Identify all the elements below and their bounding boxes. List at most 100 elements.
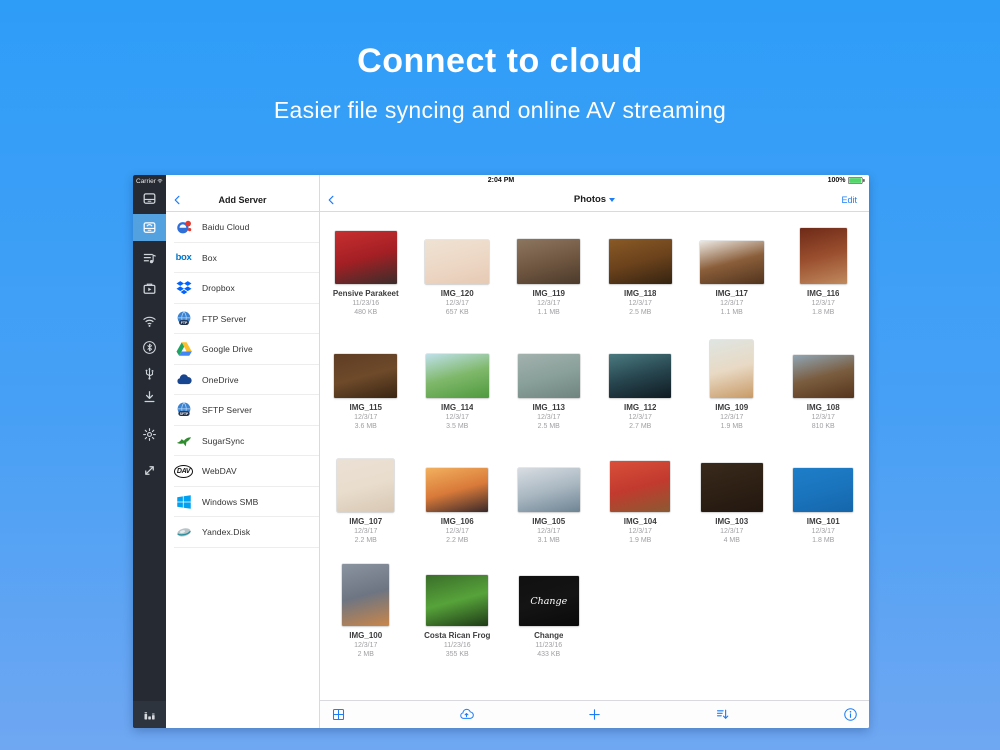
- service-row-google-drive[interactable]: Google Drive: [166, 334, 319, 365]
- plus-icon[interactable]: [587, 707, 602, 722]
- photo-date: 12/3/17: [354, 413, 377, 422]
- photo-thumbnail[interactable]: [425, 240, 489, 284]
- photo-thumbnail[interactable]: [426, 354, 489, 398]
- photo-date: 12/3/17: [629, 413, 652, 422]
- photo-thumbnail[interactable]: [426, 575, 488, 626]
- photo-thumbnail[interactable]: [337, 459, 394, 512]
- photo-thumbnail[interactable]: [426, 468, 488, 512]
- photo-name: IMG_115: [350, 403, 382, 413]
- photo-thumbnail[interactable]: [342, 564, 389, 626]
- photo-item[interactable]: IMG_11412/3/173.5 MB: [412, 330, 504, 444]
- photo-size: 1.9 MB: [629, 536, 651, 545]
- hero-title: Connect to cloud: [0, 42, 1000, 81]
- photo-date: 12/3/17: [629, 527, 652, 536]
- app-sidebar: [133, 175, 166, 728]
- photo-thumbnail[interactable]: [710, 340, 753, 398]
- photo-item[interactable]: IMG_10712/3/172.2 MB: [320, 444, 412, 558]
- service-row-ftp-server[interactable]: FTPFTP Server: [166, 304, 319, 335]
- photo-item[interactable]: IMG_11212/3/172.7 MB: [595, 330, 687, 444]
- photo-name: IMG_118: [624, 289, 656, 299]
- photo-item[interactable]: IMG_11512/3/173.6 MB: [320, 330, 412, 444]
- info-icon[interactable]: [843, 707, 858, 722]
- photo-date: 12/3/17: [720, 413, 743, 422]
- photo-item[interactable]: IMG_10412/3/171.9 MB: [595, 444, 687, 558]
- service-row-onedrive[interactable]: OneDrive: [166, 365, 319, 396]
- sidebar-item-settings[interactable]: [133, 421, 166, 447]
- photo-item[interactable]: IMG_10812/3/17810 KB: [778, 330, 870, 444]
- service-row-webdav[interactable]: DAVWebDAV: [166, 456, 319, 487]
- chevron-left-icon[interactable]: [172, 194, 183, 205]
- sidebar-item-playlists[interactable]: [133, 245, 166, 271]
- sidebar-item-local-files[interactable]: [133, 185, 166, 211]
- sidebar-item-connections[interactable]: [133, 214, 166, 241]
- photo-name: IMG_116: [807, 289, 839, 299]
- sidebar-item-media[interactable]: [133, 275, 166, 301]
- photo-item[interactable]: IMG_10112/3/171.8 MB: [778, 444, 870, 558]
- photo-item[interactable]: IMG_11712/3/171.1 MB: [686, 216, 778, 330]
- photo-thumbnail[interactable]: [800, 228, 847, 284]
- service-row-windows-smb[interactable]: Windows SMB: [166, 487, 319, 518]
- service-label: SugarSync: [202, 436, 244, 446]
- network-drive-icon: [142, 220, 157, 235]
- photo-name: IMG_117: [716, 289, 748, 299]
- photo-thumbnail[interactable]: [518, 354, 580, 398]
- service-row-box[interactable]: boxBox: [166, 243, 319, 274]
- photo-item[interactable]: IMG_11912/3/171.1 MB: [503, 216, 595, 330]
- service-label: Box: [202, 253, 217, 263]
- service-row-dropbox[interactable]: Dropbox: [166, 273, 319, 304]
- photo-item[interactable]: Costa Rican Frog11/23/16355 KB: [412, 558, 504, 672]
- photo-name: IMG_100: [349, 631, 382, 641]
- photo-item[interactable]: IMG_11812/3/172.5 MB: [595, 216, 687, 330]
- cloud-upload-icon[interactable]: [459, 707, 474, 722]
- photo-thumbnail[interactable]: [609, 354, 671, 398]
- photos-nav: Photos Edit: [320, 188, 869, 212]
- photo-thumbnail[interactable]: Change: [519, 576, 579, 626]
- photo-thumbnail[interactable]: [335, 231, 397, 284]
- sidebar-item-fullscreen[interactable]: [133, 457, 166, 483]
- service-row-baidu-cloud[interactable]: Baidu Cloud: [166, 212, 319, 243]
- photo-item[interactable]: ChangeChange11/23/16433 KB: [503, 558, 595, 672]
- photo-item[interactable]: IMG_10312/3/174 MB: [686, 444, 778, 558]
- photo-item[interactable]: IMG_10612/3/172.2 MB: [412, 444, 504, 558]
- photo-item[interactable]: IMG_11312/3/172.5 MB: [503, 330, 595, 444]
- service-row-sftp-server[interactable]: SFTPSFTP Server: [166, 395, 319, 426]
- sidebar-item-wifi-transfer[interactable]: [133, 308, 166, 334]
- app-window: Carrier 2:04 PM 100% Add Server Baidu Cl…: [133, 175, 869, 728]
- photo-thumbnail[interactable]: [700, 241, 764, 284]
- photo-size: 2.2 MB: [446, 536, 468, 545]
- chevron-left-icon[interactable]: [326, 194, 337, 205]
- photo-thumbnail[interactable]: [701, 463, 763, 512]
- photo-item[interactable]: Pensive Parakeet11/23/16480 KB: [320, 216, 412, 330]
- photo-date: 12/3/17: [354, 641, 377, 650]
- photo-date: 12/3/17: [537, 413, 560, 422]
- photo-name: IMG_119: [533, 289, 565, 299]
- photo-item[interactable]: IMG_11612/3/171.8 MB: [778, 216, 870, 330]
- photo-thumbnail[interactable]: [518, 468, 580, 512]
- photo-name: IMG_103: [715, 517, 748, 527]
- sidebar-item-bluetooth[interactable]: [133, 334, 166, 360]
- photo-thumbnail[interactable]: [517, 239, 580, 284]
- photo-item[interactable]: IMG_12012/3/17657 KB: [412, 216, 504, 330]
- photo-item[interactable]: IMG_10012/3/172 MB: [320, 558, 412, 672]
- folder-title[interactable]: Photos: [574, 194, 615, 205]
- edit-button[interactable]: Edit: [841, 195, 857, 205]
- service-label: SFTP Server: [202, 405, 252, 415]
- sidebar-item-storage-usage[interactable]: [133, 701, 166, 728]
- photo-size: 2.5 MB: [538, 422, 560, 431]
- photo-date: 12/3/17: [812, 413, 835, 422]
- service-label: Dropbox: [202, 283, 235, 293]
- photo-name: IMG_108: [807, 403, 840, 413]
- photo-thumbnail[interactable]: [334, 354, 397, 398]
- photo-thumbnail[interactable]: [609, 239, 672, 284]
- sidebar-item-downloads[interactable]: [133, 383, 166, 409]
- grid-icon[interactable]: [331, 707, 346, 722]
- service-row-yandex-disk[interactable]: Yandex.Disk: [166, 517, 319, 548]
- sort-icon[interactable]: [715, 707, 730, 722]
- photo-thumbnail[interactable]: [793, 468, 853, 512]
- photo-thumbnail[interactable]: [793, 355, 854, 398]
- photo-size: 480 KB: [354, 308, 377, 317]
- photo-item[interactable]: IMG_10512/3/173.1 MB: [503, 444, 595, 558]
- service-row-sugarsync[interactable]: SugarSync: [166, 426, 319, 457]
- photo-item[interactable]: IMG_10912/3/171.9 MB: [686, 330, 778, 444]
- photo-thumbnail[interactable]: [610, 461, 670, 512]
